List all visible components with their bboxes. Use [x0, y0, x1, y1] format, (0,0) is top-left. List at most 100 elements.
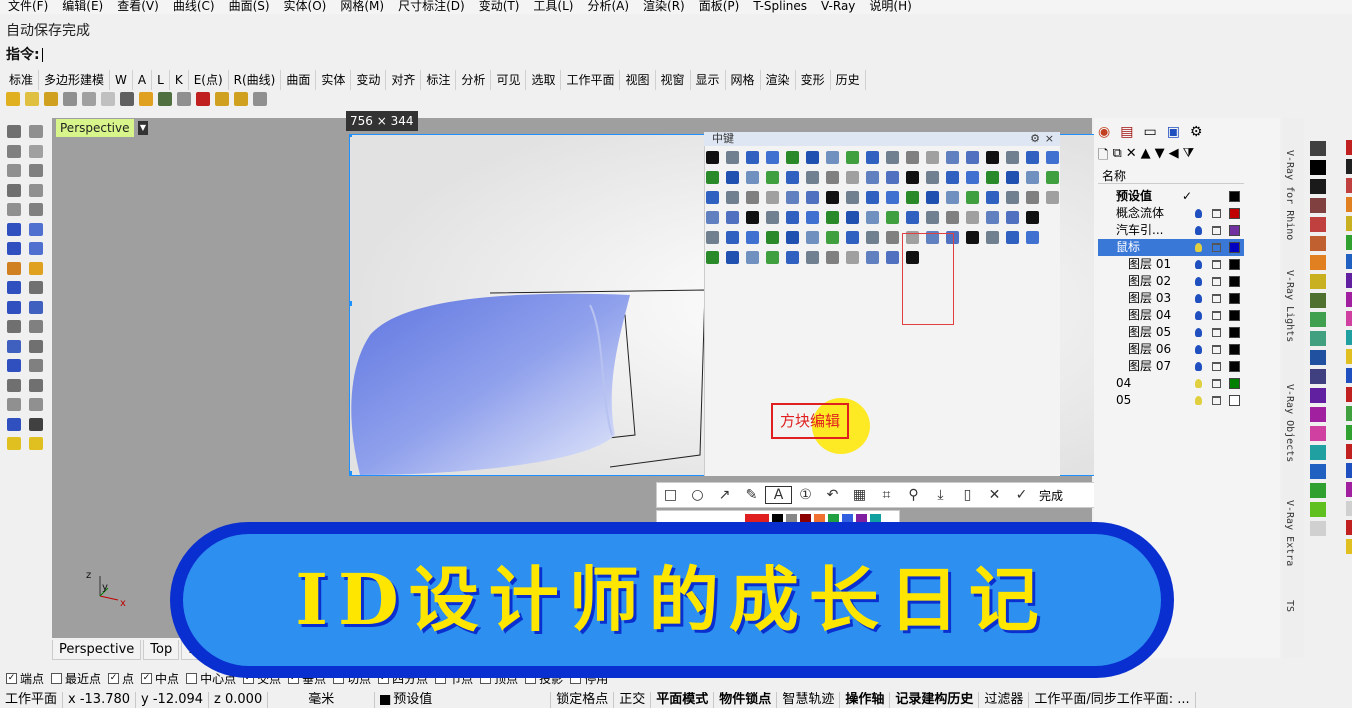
- command-icon[interactable]: [926, 191, 939, 204]
- layer-row[interactable]: 图层 02: [1098, 273, 1244, 290]
- toolbox-tool-icon[interactable]: [29, 144, 43, 158]
- status-toggle[interactable]: 工作平面/同步工作平面: ...: [1029, 692, 1196, 708]
- command-icon[interactable]: [806, 231, 819, 244]
- lock-icon[interactable]: [1212, 362, 1221, 371]
- toolbar-tab[interactable]: 多边形建模: [39, 70, 111, 90]
- toolbar-tab[interactable]: 曲面: [281, 70, 317, 90]
- palette-color[interactable]: [1310, 407, 1326, 422]
- command-icon[interactable]: [766, 151, 779, 164]
- ellipse-tool-icon[interactable]: ○: [684, 487, 711, 503]
- command-icon[interactable]: [926, 151, 939, 164]
- command-icon[interactable]: [906, 151, 919, 164]
- layer-row[interactable]: 05: [1098, 392, 1244, 409]
- toolbox-tool-icon[interactable]: [7, 261, 21, 275]
- display-icon[interactable]: ▭: [1143, 124, 1156, 140]
- command-icon[interactable]: [906, 211, 919, 224]
- status-toggle[interactable]: 操作轴: [840, 692, 891, 708]
- toolbar-tab[interactable]: 变形: [796, 70, 831, 90]
- palette-color[interactable]: [1346, 235, 1352, 250]
- vray-lights-tab[interactable]: V-Ray Lights: [1284, 270, 1295, 342]
- palette-color[interactable]: [1310, 483, 1326, 498]
- layer-row[interactable]: 04: [1098, 375, 1244, 392]
- toolbar-tab[interactable]: 实体: [316, 70, 352, 90]
- command-icon[interactable]: [886, 191, 899, 204]
- toolbox-tool-icon[interactable]: [7, 242, 21, 255]
- command-icon[interactable]: [706, 251, 719, 264]
- visibility-bulb-icon[interactable]: [1195, 328, 1202, 337]
- delete-layer-icon[interactable]: ✕: [1126, 146, 1137, 162]
- command-icon[interactable]: [946, 191, 959, 204]
- command-icon[interactable]: [946, 171, 959, 184]
- toolbox-tool-icon[interactable]: [29, 398, 43, 411]
- layer-row[interactable]: 图层 06: [1098, 341, 1244, 358]
- toolbar-tab[interactable]: 选取: [526, 70, 562, 90]
- confirm-icon[interactable]: ✓: [1008, 487, 1035, 503]
- menu-item[interactable]: 分析(A): [579, 0, 635, 14]
- palette-color[interactable]: [1310, 369, 1326, 384]
- menu-item[interactable]: T-Splines: [745, 0, 813, 14]
- command-icon[interactable]: [1026, 151, 1039, 164]
- current-layer-field[interactable]: 预设值: [375, 692, 552, 708]
- layer-color-swatch[interactable]: [1229, 208, 1240, 219]
- command-icon[interactable]: [726, 171, 739, 184]
- command-icon[interactable]: [726, 191, 739, 204]
- toolbox-tool-icon[interactable]: [7, 183, 21, 197]
- command-icon[interactable]: [826, 211, 839, 224]
- arrow-tool-icon[interactable]: ↗: [711, 487, 738, 503]
- toolbar-tab[interactable]: 历史: [831, 70, 866, 90]
- command-icon[interactable]: [966, 151, 979, 164]
- toolbar-tool-icon[interactable]: [101, 92, 115, 106]
- command-icon[interactable]: [766, 211, 779, 224]
- toolbox-tool-icon[interactable]: [7, 359, 21, 372]
- ts-tab[interactable]: TS: [1284, 600, 1295, 612]
- command-icon[interactable]: [986, 171, 999, 184]
- toolbox-tool-icon[interactable]: [29, 300, 43, 314]
- command-icon[interactable]: [826, 191, 839, 204]
- command-icon[interactable]: [986, 211, 999, 224]
- toolbar-tool-icon[interactable]: [177, 92, 191, 106]
- menu-item[interactable]: V-Ray: [813, 0, 861, 14]
- bookmark-icon[interactable]: ▯: [954, 487, 981, 503]
- command-icon[interactable]: [846, 151, 859, 164]
- toolbox-tool-icon[interactable]: [29, 203, 43, 216]
- palette-color[interactable]: [1346, 349, 1352, 364]
- ocr-icon[interactable]: ⌗: [873, 487, 900, 503]
- move-down-icon[interactable]: ▼: [1155, 146, 1165, 162]
- checkbox[interactable]: ✓: [6, 672, 17, 684]
- toolbox-tool-icon[interactable]: [7, 125, 21, 138]
- command-icon[interactable]: [746, 231, 759, 244]
- palette-color[interactable]: [1310, 312, 1326, 327]
- toolbox-tool-icon[interactable]: [7, 164, 21, 177]
- resize-handle[interactable]: [350, 135, 352, 137]
- toolbar-tab[interactable]: W: [110, 70, 133, 90]
- menu-item[interactable]: 实体(O): [276, 0, 333, 14]
- osnap-3[interactable]: ✓ 中点: [141, 670, 179, 686]
- visibility-bulb-icon[interactable]: [1195, 209, 1202, 218]
- visibility-bulb-icon[interactable]: [1195, 226, 1202, 235]
- palette-color[interactable]: [1310, 388, 1326, 403]
- command-icon[interactable]: [886, 231, 899, 244]
- command-icon[interactable]: [1026, 231, 1039, 244]
- command-icon[interactable]: [786, 251, 799, 264]
- toolbox-tool-icon[interactable]: [7, 378, 21, 392]
- status-toggle[interactable]: 记录建构历史: [890, 692, 980, 708]
- toolbar-tool-icon[interactable]: [82, 92, 96, 106]
- command-icon[interactable]: [866, 211, 879, 224]
- material-icon[interactable]: ◉: [1098, 124, 1110, 140]
- vray-extra-tab[interactable]: V-Ray Extra: [1284, 500, 1295, 566]
- layer-row[interactable]: 图层 01: [1098, 256, 1244, 273]
- rectangle-tool-icon[interactable]: □: [657, 487, 684, 503]
- layers-icon[interactable]: ▣: [1167, 124, 1180, 140]
- command-icon[interactable]: [706, 231, 719, 244]
- menu-item[interactable]: 文件(F): [0, 0, 54, 14]
- menu-item[interactable]: 尺寸标注(D): [390, 0, 471, 14]
- command-icon[interactable]: [886, 251, 899, 264]
- command-icon[interactable]: [946, 211, 959, 224]
- toolbar-tool-icon[interactable]: [44, 92, 58, 106]
- toolbar-tab[interactable]: 工作平面: [561, 70, 621, 90]
- command-icon[interactable]: [846, 211, 859, 224]
- toolbar-tool-icon[interactable]: [139, 92, 153, 106]
- toolbar-tool-icon[interactable]: [6, 92, 20, 106]
- mosaic-icon[interactable]: ▦: [846, 487, 873, 503]
- status-toggle[interactable]: 物件锁点: [714, 692, 778, 708]
